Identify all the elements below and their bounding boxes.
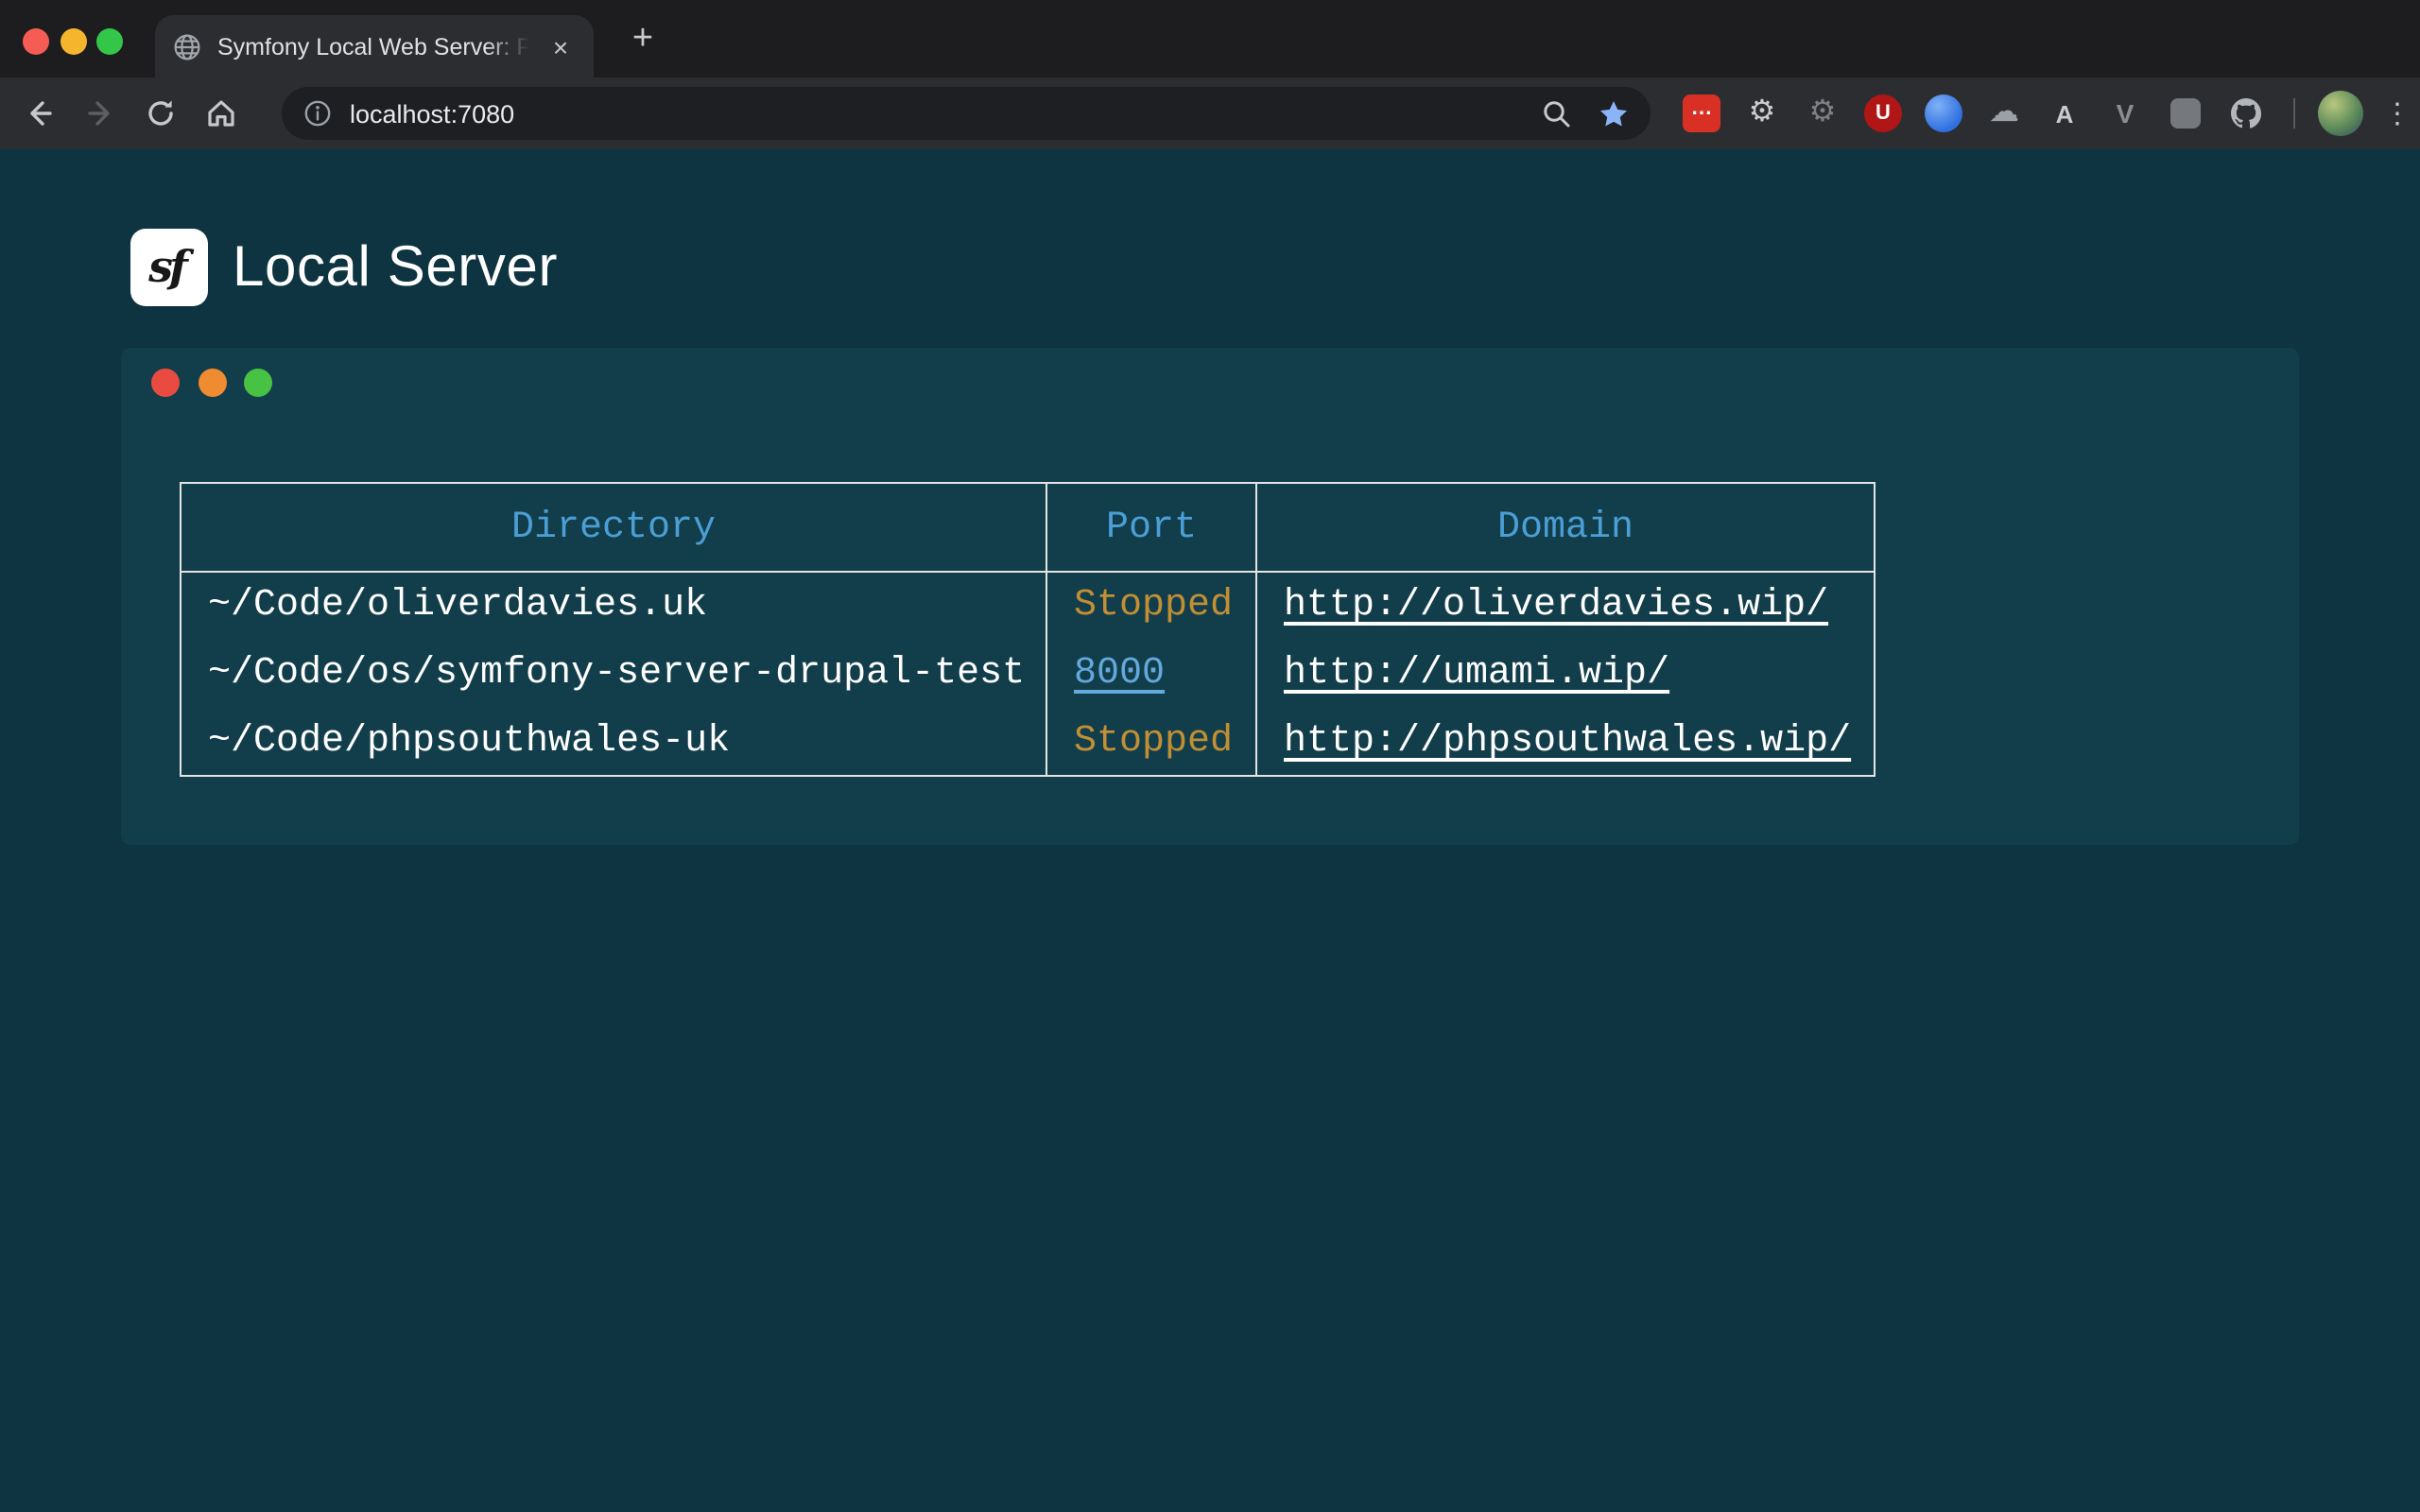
dark-gear-extension-icon[interactable]: ⚙ (1796, 87, 1849, 140)
port-column-header: Port (1046, 483, 1256, 572)
port-status: Stopped (1074, 720, 1233, 764)
page-content: sf Local Server Directory Port Domain (0, 149, 2420, 1512)
domain-column-header: Domain (1256, 483, 1875, 572)
window-controls (23, 28, 123, 55)
globe-favicon-icon (172, 31, 202, 61)
directory-column-header: Directory (181, 483, 1046, 572)
port-status: Stopped (1074, 585, 1233, 628)
domain-link[interactable]: http://oliverdavies.wip/ (1284, 585, 1828, 628)
gray-square-extension-icon[interactable] (2159, 87, 2212, 140)
bookmark-star-icon[interactable] (1598, 97, 1630, 129)
gear-extension-icon[interactable]: ⚙ (1736, 87, 1789, 140)
minimize-window-button[interactable] (60, 28, 86, 55)
ublock-extension-icon[interactable]: U (1857, 87, 1910, 140)
card-orange-dot (198, 369, 226, 397)
symfony-logo: sf (130, 229, 208, 306)
toolbar-separator (2293, 98, 2295, 129)
omnibox-right-icons (1541, 97, 1630, 129)
red-dots-extension-icon[interactable]: ⋯ (1675, 87, 1728, 140)
tab-strip: Symfony Local Web Server: Prox × + (0, 0, 2420, 77)
card-traffic-dots (151, 369, 272, 397)
directory-cell: ~/Code/oliverdavies.uk (181, 572, 1046, 640)
port-link[interactable]: 8000 (1074, 652, 1165, 696)
back-button[interactable] (13, 87, 66, 140)
servers-table: Directory Port Domain ~/Code/oliverdavie… (180, 482, 1876, 777)
directory-cell: ~/Code/os/symfony-server-drupal-test (181, 640, 1046, 708)
maximize-window-button[interactable] (96, 28, 123, 55)
port-cell: Stopped (1046, 708, 1256, 776)
server-card: Directory Port Domain ~/Code/oliverdavie… (121, 348, 2299, 845)
directory-cell: ~/Code/phpsouthwales-uk (181, 708, 1046, 776)
domain-cell: http://phpsouthwales.wip/ (1256, 708, 1875, 776)
table-row: ~/Code/os/symfony-server-drupal-test 800… (181, 640, 1875, 708)
card-green-dot (244, 369, 272, 397)
letter-v-extension-icon[interactable]: V (2099, 87, 2152, 140)
github-extension-icon[interactable] (2220, 87, 2273, 140)
letter-a-extension-icon[interactable]: A (2038, 87, 2091, 140)
card-red-dot (151, 369, 180, 397)
zoom-icon[interactable] (1541, 97, 1573, 129)
forward-button[interactable] (74, 87, 127, 140)
port-cell: Stopped (1046, 572, 1256, 640)
domain-link[interactable]: http://phpsouthwales.wip/ (1284, 720, 1851, 764)
cloud-extension-icon[interactable]: ☁ (1978, 87, 2031, 140)
browser-window: Symfony Local Web Server: Prox × + local… (0, 0, 2420, 1512)
tab-title: Symfony Local Web Server: Prox (217, 33, 529, 60)
url-text[interactable]: localhost:7080 (350, 99, 1524, 128)
address-bar[interactable]: localhost:7080 (282, 87, 1651, 140)
extensions-area: ⋯ ⚙ ⚙ U ☁ A V (1675, 87, 2273, 140)
domain-link[interactable]: http://umami.wip/ (1284, 652, 1669, 696)
profile-avatar[interactable] (2318, 91, 2363, 136)
browser-tab[interactable]: Symfony Local Web Server: Prox × (155, 15, 594, 77)
table-header-row: Directory Port Domain (181, 483, 1875, 572)
site-info-icon[interactable] (302, 98, 333, 129)
tab-close-icon[interactable]: × (544, 30, 577, 62)
home-button[interactable] (195, 87, 248, 140)
domain-cell: http://umami.wip/ (1256, 640, 1875, 708)
domain-cell: http://oliverdavies.wip/ (1256, 572, 1875, 640)
table-row: ~/Code/oliverdavies.uk Stopped http://ol… (181, 572, 1875, 640)
browser-menu-icon[interactable]: ⋮ (2371, 87, 2420, 140)
page-header: sf Local Server (130, 229, 558, 306)
page-title: Local Server (233, 235, 558, 300)
symfony-logo-glyph: sf (148, 242, 190, 293)
close-window-button[interactable] (23, 28, 49, 55)
reload-button[interactable] (134, 87, 187, 140)
new-tab-button[interactable]: + (620, 17, 666, 62)
blue-circle-extension-icon[interactable] (1917, 87, 1970, 140)
table-row: ~/Code/phpsouthwales-uk Stopped http://p… (181, 708, 1875, 776)
browser-toolbar: localhost:7080 ⋯ ⚙ ⚙ U ☁ A V (0, 77, 2420, 149)
port-cell: 8000 (1046, 640, 1256, 708)
